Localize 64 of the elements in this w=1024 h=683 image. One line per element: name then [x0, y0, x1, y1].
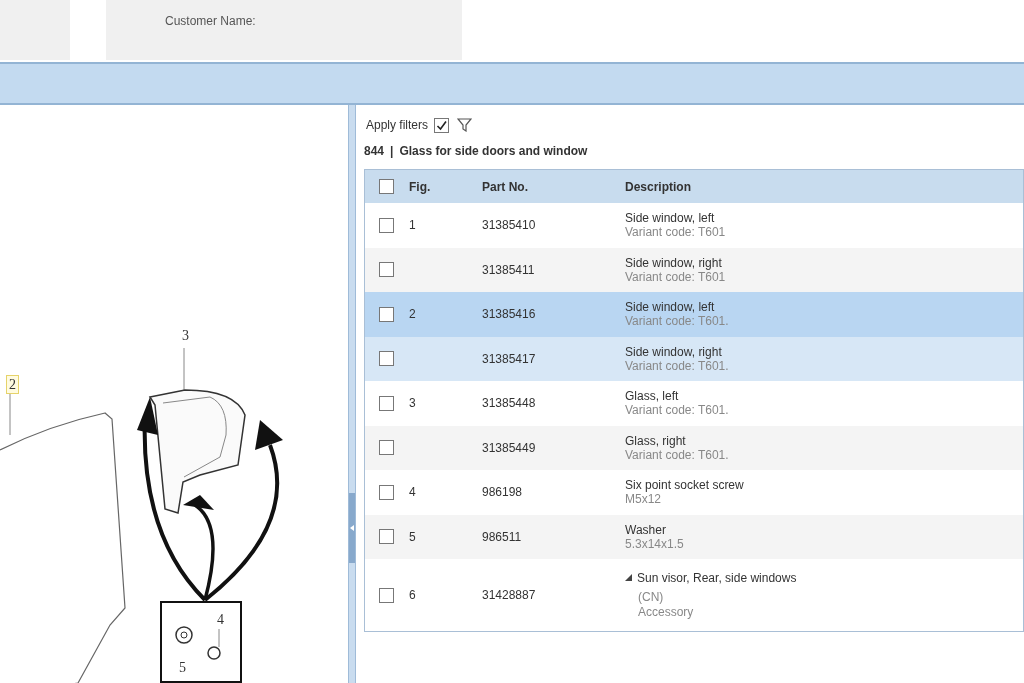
row-checkbox[interactable] — [379, 217, 394, 233]
detail-text: M5x12 — [625, 492, 663, 507]
group-code: 844 — [364, 143, 385, 160]
description-text: Washer — [625, 522, 666, 537]
table-row[interactable]: 31385449 Glass, right Variant code: T601. — [365, 425, 1023, 470]
fig-cell: 4 — [409, 485, 416, 500]
column-header[interactable]: Description — [625, 177, 691, 196]
table-row[interactable]: 2 31385416 Side window, left Variant code: T601. — [365, 292, 1023, 337]
filter-icon[interactable] — [457, 118, 473, 132]
fig-cell: 6 — [409, 588, 416, 602]
row-checkbox[interactable] — [379, 351, 394, 367]
part-number-cell-text: 31385448 — [482, 395, 537, 413]
customer-name-label: Customer Name: — [165, 14, 256, 28]
fig-cell: 3 — [409, 396, 416, 411]
separator: | — [390, 143, 394, 160]
table-row[interactable]: 31385417 Side window, right Variant code: T601. — [365, 336, 1023, 381]
row-checkbox[interactable] — [379, 484, 394, 500]
column-header[interactable]: Fig. — [409, 177, 482, 196]
detail-text: Variant code: T601. — [625, 314, 729, 329]
callout-number[interactable]: 4 — [214, 610, 227, 629]
detail-text: (CN) — [638, 589, 665, 605]
part-number-cell-text: 986511 — [482, 528, 523, 546]
detail-text: 5.3x14x1.5 — [625, 536, 684, 551]
description-text: Glass, right — [625, 433, 686, 448]
detail-text: Variant code: T601. — [625, 447, 729, 462]
fig-cell: 5 — [409, 529, 416, 544]
group-title: Glass for side doors and window — [399, 143, 588, 160]
select-all-checkbox[interactable] — [379, 179, 394, 194]
part-number-cell-text: 986198 — [482, 484, 524, 502]
row-checkbox[interactable] — [379, 587, 394, 603]
part-number-cell-text: 31385410 — [482, 217, 537, 235]
part-number-cell-text: 31385411 — [482, 261, 536, 279]
description-text: Side window, left — [625, 211, 715, 226]
part-number-cell-text: 31385449 — [482, 439, 537, 457]
apply-filters-label: Apply filters — [366, 117, 429, 134]
description-text: Side window, right — [625, 255, 722, 270]
table-row[interactable]: 31385411 Side window, right Variant code: T601 — [365, 247, 1023, 292]
apply-filters-checkbox[interactable] — [434, 117, 450, 133]
row-checkbox[interactable] — [379, 262, 394, 278]
detail-text: Variant code: T601. — [625, 403, 729, 418]
detail-text: Variant code: T601. — [625, 358, 729, 373]
part-number-cell-text: 31428887 — [482, 587, 537, 604]
fig-cell: 2 — [409, 307, 416, 322]
description-text: Glass, left — [625, 389, 679, 404]
row-checkbox[interactable] — [379, 395, 394, 411]
row-checkbox[interactable] — [379, 529, 394, 545]
callout-number[interactable]: 5 — [176, 658, 189, 677]
detail-text: Variant code: T601 — [625, 269, 726, 284]
part-number-cell-text: 31385417 — [482, 350, 537, 368]
part-number-cell-text: 31385416 — [482, 306, 537, 324]
row-checkbox[interactable] — [379, 306, 394, 322]
fig-cell: 1 — [409, 218, 416, 233]
description-text: Side window, left — [625, 300, 715, 315]
detail-text: Variant code: T601 — [625, 225, 726, 240]
callout-number[interactable]: 2 — [6, 375, 19, 394]
detail-text: Accessory — [638, 604, 695, 620]
callout-number[interactable]: 3 — [179, 326, 192, 345]
description-text: Sun visor, Rear, side windows — [637, 570, 797, 585]
description-text: Side window, right — [625, 344, 722, 359]
description-text: Six point socket screw — [625, 478, 744, 493]
expand-icon[interactable] — [625, 574, 632, 581]
table-row[interactable]: 5 986511 Washer 5.3x14x1.5 — [365, 514, 1023, 559]
row-checkbox[interactable] — [379, 440, 394, 456]
column-header[interactable]: Part No. — [482, 177, 625, 196]
